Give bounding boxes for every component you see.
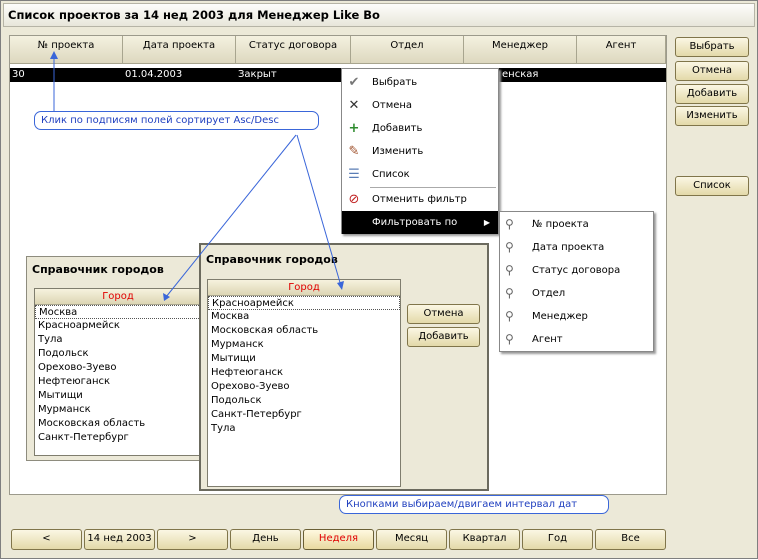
arrow-head-icon (50, 51, 58, 59)
current-period-button[interactable]: 14 нед 2003 (84, 529, 155, 550)
arrow-head-icon (337, 281, 344, 290)
dates-hint-callout: Кнопками выбираем/двигаем интервал дат (339, 495, 609, 514)
arrow-head-icon (163, 293, 170, 301)
callout-lines (50, 51, 344, 301)
month-button[interactable]: Месяц (376, 529, 447, 550)
sort-hint-callout: Клик по подписям полей сортирует Asc/Des… (34, 111, 319, 130)
callout-line (165, 134, 297, 298)
week-button[interactable]: Неделя (303, 529, 374, 550)
next-period-button[interactable]: > (157, 529, 228, 550)
day-button[interactable]: День (230, 529, 301, 550)
callout-line (296, 134, 342, 287)
quarter-button[interactable]: Квартал (449, 529, 520, 550)
prev-period-button[interactable]: < (11, 529, 82, 550)
main-window: Список проектов за 14 нед 2003 для Менед… (0, 0, 758, 559)
year-button[interactable]: Год (522, 529, 593, 550)
all-button[interactable]: Все (595, 529, 666, 550)
